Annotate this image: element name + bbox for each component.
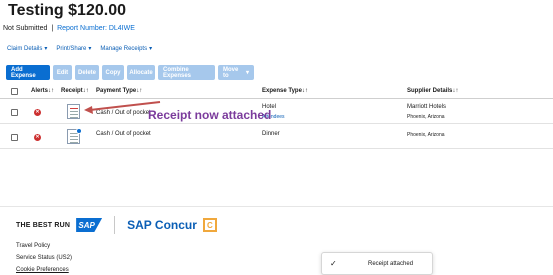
service-status-link[interactable]: Service Status (US2) (16, 252, 72, 264)
sap-concur-logo: SAP Concur (127, 218, 197, 232)
payment-type-header[interactable]: Payment Type↓↑ (96, 88, 142, 94)
add-expense-button[interactable]: Add Expense (6, 65, 50, 80)
toast-notification: ✓ Receipt attached (321, 252, 433, 275)
footer-divider (0, 206, 553, 207)
print-share-menu[interactable]: Print/Share ▾ (56, 45, 92, 53)
copy-button[interactable]: Copy (102, 65, 124, 80)
footer-branding: THE BEST RUN SAP SAP Concur C (16, 216, 217, 234)
expense-toolbar: Add Expense Edit Delete Copy Allocate Co… (6, 65, 254, 80)
supplier-location: Phoenix, Arizona (407, 132, 445, 138)
table-header: Alerts↓↑ Receipt↓↑ Payment Type↓↑ Expens… (0, 85, 553, 99)
manage-receipts-menu[interactable]: Manage Receipts ▾ (100, 45, 153, 53)
tagline: THE BEST RUN (16, 221, 71, 229)
error-alert-icon[interactable]: ✕ (34, 134, 41, 141)
annotation-text: Receipt now attached (148, 108, 272, 122)
checkmark-icon: ✓ (330, 259, 337, 268)
table-row[interactable]: ✕ Cash / Out of pocket Dinner Phoenix, A… (0, 125, 553, 149)
expense-type: Dinner (262, 131, 280, 137)
alerts-header[interactable]: Alerts↓↑ (31, 88, 54, 94)
sap-logo: SAP (76, 218, 103, 232)
claim-details-label: Claim Details (7, 45, 43, 52)
print-share-label: Print/Share (56, 45, 87, 52)
receipt-pending-badge-icon (76, 128, 82, 134)
chevron-down-icon: ▾ (245, 70, 249, 76)
chevron-down-icon: ▾ (44, 46, 48, 52)
row-checkbox[interactable] (11, 109, 18, 116)
move-to-label: Move to (223, 66, 239, 79)
receipt-icon[interactable] (67, 104, 80, 119)
claim-details-menu[interactable]: Claim Details ▾ (7, 45, 48, 53)
footer-links: Travel Policy Service Status (US2) Cooki… (16, 240, 72, 275)
select-all-checkbox[interactable] (11, 88, 18, 95)
report-title: Testing $120.00 (8, 2, 126, 19)
report-status: Not Submitted (3, 25, 48, 32)
receipt-header[interactable]: Receipt↓↑ (61, 88, 89, 94)
chevron-down-icon: ▾ (88, 46, 92, 52)
allocate-button[interactable]: Allocate (127, 65, 155, 80)
supplier-details-header[interactable]: Supplier Details↓↑ (407, 88, 458, 94)
payment-type: Cash / Out of pocket (96, 131, 151, 137)
row-checkbox[interactable] (11, 134, 18, 141)
concur-mark-icon: C (202, 218, 217, 232)
cookie-preferences-link[interactable]: Cookie Preferences (16, 264, 72, 275)
brand-divider (114, 216, 116, 234)
separator: | (51, 25, 54, 32)
delete-button[interactable]: Delete (75, 65, 99, 80)
travel-policy-link[interactable]: Travel Policy (16, 240, 72, 252)
report-menu: Claim Details ▾ Print/Share ▾ Manage Recei… (7, 45, 153, 53)
error-alert-icon[interactable]: ✕ (34, 109, 41, 116)
report-subtitle: Not Submitted | Report Number: DL4IWE (3, 25, 135, 32)
move-to-button[interactable]: Move to ▾ (218, 65, 254, 80)
edit-button[interactable]: Edit (53, 65, 72, 80)
toast-message: Receipt attached (368, 261, 414, 267)
report-number: Report Number: DL4IWE (57, 25, 135, 32)
combine-expenses-button[interactable]: Combine Expenses (158, 65, 215, 80)
manage-receipts-label: Manage Receipts (100, 45, 148, 52)
supplier-location: Phoenix, Arizona (407, 114, 445, 120)
supplier-name: Marriott Hotels (407, 104, 447, 110)
chevron-down-icon: ▾ (149, 46, 153, 52)
expense-type-header[interactable]: Expense Type↓↑ (262, 88, 308, 94)
